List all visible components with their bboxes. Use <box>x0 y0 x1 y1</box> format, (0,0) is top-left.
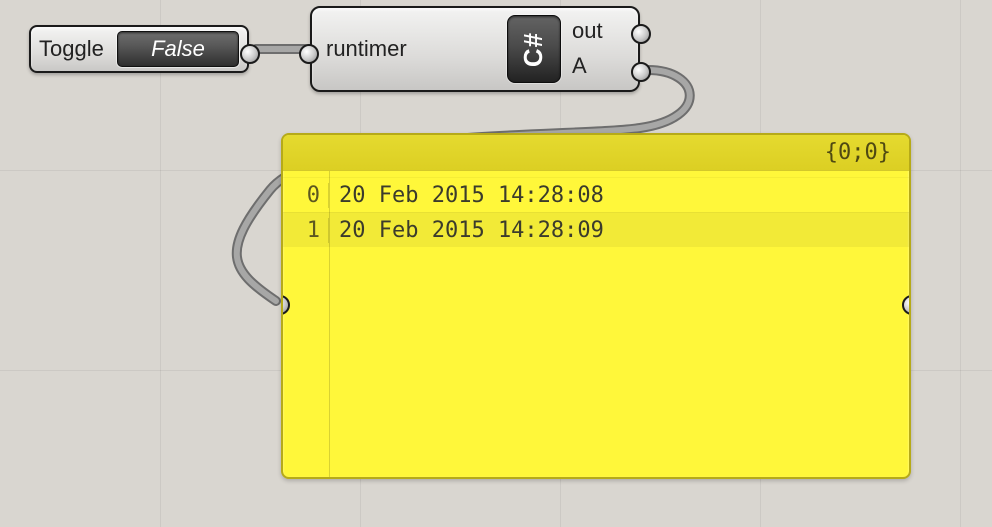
panel-index-divider <box>329 171 330 477</box>
panel-row-value: 20 Feb 2015 14:28:09 <box>329 218 604 243</box>
panel-row: 0 20 Feb 2015 14:28:08 <box>283 177 909 212</box>
csharp-icon[interactable]: C# <box>507 15 561 83</box>
boolean-toggle-node[interactable]: Toggle False <box>29 25 249 73</box>
panel-header: {0;0} <box>283 135 909 171</box>
panel-input-port[interactable] <box>281 295 290 315</box>
toggle-value-button[interactable]: False <box>117 31 239 67</box>
data-panel-node[interactable]: {0;0} 0 20 Feb 2015 14:28:08 1 20 Feb 20… <box>281 133 911 479</box>
panel-row-index: 1 <box>283 218 329 243</box>
script-outputs-group: out A <box>562 14 626 84</box>
panel-body: 0 20 Feb 2015 14:28:08 1 20 Feb 2015 14:… <box>283 171 909 247</box>
csharp-script-node[interactable]: runtimer C# out A <box>310 6 640 92</box>
script-output-port-a[interactable] <box>631 62 651 82</box>
script-output-port-out[interactable] <box>631 24 651 44</box>
panel-output-port[interactable] <box>902 295 911 315</box>
panel-row-value: 20 Feb 2015 14:28:08 <box>329 183 604 208</box>
toggle-output-port[interactable] <box>240 44 260 64</box>
panel-row: 1 20 Feb 2015 14:28:09 <box>283 212 909 247</box>
script-input-label: runtimer <box>324 36 506 62</box>
toggle-label: Toggle <box>39 36 117 62</box>
panel-row-index: 0 <box>283 183 329 208</box>
grasshopper-canvas[interactable]: Toggle False runtimer C# out A {0;0} 0 2… <box>0 0 992 527</box>
script-output-a: A <box>572 53 626 79</box>
csharp-icon-text: C# <box>519 31 550 66</box>
script-output-out: out <box>572 18 626 44</box>
panel-tree-path: {0;0} <box>825 140 891 165</box>
script-input-port[interactable] <box>299 44 319 64</box>
